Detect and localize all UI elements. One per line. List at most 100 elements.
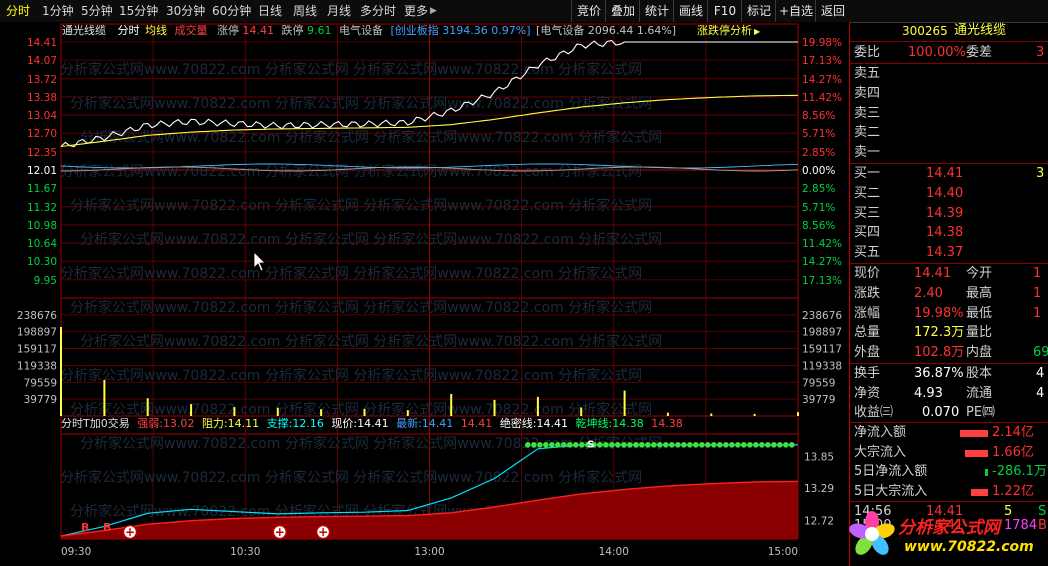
tab-multi-fenshi[interactable]: 多分时 bbox=[360, 0, 396, 22]
watermark-text: 分析家公式网www.70822.com 分析家公式网 分析家公式网www.708… bbox=[60, 163, 642, 180]
mark-button[interactable]: 标记 bbox=[741, 0, 776, 22]
buy-level-label: 买四 bbox=[854, 225, 881, 241]
indicator-info-line: 分时T加0交易 强弱:13.02 阻力:14.11 支撑:12.16 现价:14… bbox=[61, 416, 683, 432]
limit-analysis-link[interactable]: 涨跌停分析 ▶ bbox=[697, 23, 760, 39]
price-tick-left: 12.70 bbox=[27, 128, 57, 140]
tab-fenshi[interactable]: 分时 bbox=[6, 0, 30, 22]
quote-label-2: 内盘 bbox=[966, 345, 993, 361]
quote-row: 外盘 102.8万 内盘 69 bbox=[850, 343, 1048, 363]
limit-analysis-label[interactable]: 涨跌停分析 bbox=[697, 24, 752, 37]
qiangruo-value: 13.02 bbox=[162, 417, 195, 430]
price-tick-left: 10.64 bbox=[27, 238, 57, 250]
qiankun-dot bbox=[597, 442, 603, 448]
quote-panel: 300265 通光线缆 委比 100.00% 委差 3 卖五 卖四 卖三 卖二 卖一 买… bbox=[849, 22, 1048, 566]
flow-bar bbox=[965, 449, 988, 457]
time-tick: 09:30 bbox=[61, 546, 91, 558]
overlay-button[interactable]: 叠加 bbox=[605, 0, 640, 22]
indicator-tick: 13.29 bbox=[804, 483, 834, 495]
tab-5min[interactable]: 5分钟 bbox=[81, 0, 113, 22]
buy-level-label: 买一 bbox=[854, 166, 881, 181]
flow-bar bbox=[971, 488, 988, 496]
qiankun-dot bbox=[759, 442, 765, 448]
tab-15min[interactable]: 15分钟 bbox=[119, 0, 158, 22]
watermark-text: 分析家公式网www.70822.com 分析家公式网 分析家公式网www.708… bbox=[80, 231, 662, 248]
tab-30min[interactable]: 30分钟 bbox=[166, 0, 205, 22]
quote-value-2: 1 bbox=[1033, 285, 1042, 301]
more-arrow-icon[interactable]: ▶ bbox=[430, 0, 437, 22]
intraday-chart[interactable]: 分析家公式网www.70822.com 分析家公式网 分析家公式网www.708… bbox=[0, 22, 849, 566]
watermark-text: 分析家公式网www.70822.com 分析家公式网 分析家公式网www.708… bbox=[60, 469, 642, 486]
buy-level-price: 14.37 bbox=[926, 245, 964, 261]
qiankun-dot bbox=[567, 442, 573, 448]
volume-bar bbox=[450, 394, 453, 416]
qiankun-dot bbox=[789, 442, 795, 448]
tab-daily[interactable]: 日线 bbox=[258, 0, 282, 22]
price-value: 14.41 bbox=[357, 417, 389, 430]
tab-60min[interactable]: 60分钟 bbox=[212, 0, 251, 22]
tab-weekly[interactable]: 周线 bbox=[293, 0, 317, 22]
fund-value-2: 4 bbox=[1036, 366, 1045, 381]
qiankun-dot bbox=[735, 442, 741, 448]
back-button[interactable]: 返回 bbox=[815, 0, 850, 22]
sector-index-label[interactable]: [电气设备 bbox=[536, 24, 584, 37]
price-tick-left: 10.98 bbox=[27, 220, 57, 232]
volume-bar bbox=[190, 404, 193, 416]
tab-1min[interactable]: 1分钟 bbox=[42, 0, 74, 22]
pct-tick-right: 17.13% bbox=[802, 275, 842, 287]
tab-monthly[interactable]: 月线 bbox=[327, 0, 351, 22]
volume-bar bbox=[580, 407, 583, 416]
watermark-text: 分析家公式网www.70822.com 分析家公式网 分析家公式网www.708… bbox=[70, 197, 652, 214]
sell-level-row: 卖五 bbox=[850, 64, 1048, 84]
volume-tick-right: 238676 bbox=[802, 310, 842, 322]
volume-bar bbox=[320, 409, 323, 416]
qiankun-dot bbox=[531, 442, 537, 448]
quote-label: 现价 bbox=[854, 266, 881, 281]
sector-name[interactable]: 电气设备 bbox=[339, 24, 383, 37]
tab-avg-line[interactable]: 均线 bbox=[145, 24, 167, 37]
qiankun-dot bbox=[771, 442, 777, 448]
qiankun-dot bbox=[639, 442, 645, 448]
analysis-arrow-icon: ▶ bbox=[754, 27, 761, 36]
volume-tick-right: 39779 bbox=[802, 394, 835, 406]
volume-tick-left: 79559 bbox=[24, 377, 57, 389]
logo-url: www.70822.com bbox=[904, 539, 1034, 555]
quote-row: 涨跌 2.40 最高 1 bbox=[850, 284, 1048, 304]
tab-more[interactable]: 更多 bbox=[404, 0, 428, 22]
qiankun-dot bbox=[675, 442, 681, 448]
qiankun-dot bbox=[747, 442, 753, 448]
quote-label: 涨跌 bbox=[854, 285, 881, 301]
qiankun-dot bbox=[777, 442, 783, 448]
volume-tick-left: 119338 bbox=[17, 360, 57, 372]
quote-row: 现价 14.41 今开 1 bbox=[850, 264, 1048, 284]
volume-bar bbox=[493, 399, 496, 416]
indicator-tick: 12.72 bbox=[804, 516, 834, 528]
price-tick-left: 12.35 bbox=[27, 147, 57, 159]
fund-flow-row: 5日大宗流入 1.22亿 bbox=[850, 482, 1048, 502]
qiankun-dot bbox=[669, 442, 675, 448]
indicator-name[interactable]: 分时T加0交易 bbox=[61, 417, 130, 430]
f10-button[interactable]: F10 bbox=[707, 0, 742, 22]
fundamental-row: 收益㈢ 0.070 PE㈣ bbox=[850, 403, 1048, 423]
fund-label-2: 流通 bbox=[966, 385, 993, 401]
quote-label-2: 今开 bbox=[966, 266, 993, 281]
flow-bar bbox=[960, 430, 988, 437]
stats-button[interactable]: 统计 bbox=[639, 0, 674, 22]
quote-value-2: 69 bbox=[1033, 345, 1048, 361]
tab-fenshi-line[interactable]: 分时 bbox=[118, 24, 140, 37]
price-tick-left: 13.04 bbox=[27, 110, 57, 122]
draw-line-button[interactable]: 画线 bbox=[673, 0, 708, 22]
buy-level-row: 买四 14.38 bbox=[850, 223, 1048, 243]
quote-label-2: 最高 bbox=[966, 285, 993, 301]
flow-label: 5日净流入额 bbox=[854, 464, 928, 479]
buy-level-row: 买五 14.37 bbox=[850, 243, 1048, 263]
pct-tick-right: 8.56% bbox=[802, 110, 835, 122]
volume-bar bbox=[146, 398, 149, 416]
time-tick: 13:00 bbox=[414, 546, 444, 558]
add-watchlist-button[interactable]: +自选 bbox=[775, 0, 816, 22]
index-label[interactable]: [创业板指 bbox=[391, 24, 439, 37]
buy-level-price: 14.41 bbox=[926, 166, 964, 181]
auction-button[interactable]: 竞价 bbox=[571, 0, 606, 22]
sell-level-label: 卖五 bbox=[854, 66, 881, 81]
buy-level-price: 14.39 bbox=[926, 205, 964, 221]
fund-flow-row: 大宗流入 1.66亿 bbox=[850, 443, 1048, 463]
